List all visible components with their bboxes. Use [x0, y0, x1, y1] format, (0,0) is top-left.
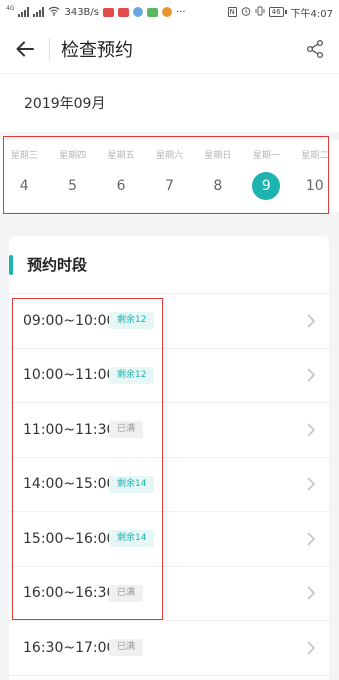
time-slot-time: 10:00~11:00 — [23, 367, 116, 384]
day-item[interactable]: 星期日 8 — [194, 140, 242, 212]
share-icon[interactable] — [303, 37, 327, 61]
day-number: 5 — [68, 178, 78, 194]
nfc-icon: N — [227, 7, 237, 17]
day-weekday-label: 星期六 — [155, 151, 183, 161]
network-type-label: 4G — [6, 4, 15, 12]
day-number: 8 — [213, 178, 223, 194]
card-title-accent — [9, 254, 13, 275]
status-bar: 4G 343B/s ··· N 46 下午4:07 — [0, 0, 339, 24]
header-divider — [49, 37, 50, 60]
time-slot-time: 14:00~15:00 — [23, 476, 116, 493]
availability-badge: 已满 — [109, 421, 144, 439]
chevron-right-icon — [305, 367, 317, 383]
chevron-right-icon — [305, 531, 317, 547]
chevron-right-icon — [305, 585, 317, 601]
status-bar-left: 4G 343B/s ··· — [6, 4, 186, 19]
time-slot-row[interactable]: 10:00~11:00 剩余12 — [9, 349, 329, 403]
message-icon — [133, 7, 143, 17]
date-selector: 星期三 4 星期四 5 星期五 6 星期六 7 星期日 8 星期一 9 星期二 10 — [0, 140, 339, 212]
time-slot-row[interactable]: 09:00~10:00 剩余12 — [9, 294, 329, 349]
availability-badge: 剩余14 — [109, 475, 155, 493]
battery-level: 46 — [268, 7, 284, 17]
app-notification-icon-2 — [118, 7, 129, 17]
time-slot-time: 16:00~16:30 — [23, 585, 116, 602]
signal-icon-2 — [33, 7, 45, 17]
day-number: 6 — [116, 178, 126, 194]
wifi-icon — [48, 6, 60, 19]
time-slot-time: 11:00~11:30 — [23, 421, 116, 438]
battery-icon: 46 — [268, 7, 287, 17]
time-slot-time: 15:00~16:00 — [23, 530, 116, 547]
time-slot-row[interactable]: 11:00~11:30 已满 — [9, 403, 329, 458]
availability-badge: 已满 — [109, 584, 144, 602]
availability-badge: 剩余12 — [109, 312, 155, 330]
availability-badge: 剩余14 — [109, 530, 155, 548]
alarm-icon — [241, 6, 251, 19]
day-weekday-label: 星期四 — [59, 151, 87, 161]
time-slot-time: 09:00~10:00 — [23, 312, 116, 329]
time-slot-row[interactable]: 16:00~16:30 已满 — [9, 567, 329, 621]
day-item[interactable]: 星期四 5 — [48, 140, 96, 212]
chevron-right-icon — [305, 422, 317, 438]
month-label: 2019年09月 — [24, 96, 106, 112]
status-bar-right: N 46 下午4:07 — [227, 5, 333, 20]
chevron-right-icon — [305, 476, 317, 492]
time-slot-time: 16:30~17:00 — [23, 639, 116, 656]
day-number-selected: 9 — [252, 172, 281, 200]
page-title: 检查预约 — [61, 39, 133, 61]
time-slot-row[interactable]: 15:00~16:00 剩余14 — [9, 512, 329, 567]
day-weekday-label: 星期二 — [301, 151, 329, 161]
app-icon — [162, 7, 172, 17]
availability-badge: 剩余12 — [109, 366, 155, 384]
month-label-bar: 2019年09月 — [0, 74, 339, 132]
availability-badge: 已满 — [109, 639, 144, 657]
day-item[interactable]: 星期三 4 — [0, 140, 48, 212]
day-item[interactable]: 星期二 10 — [291, 140, 339, 212]
vibrate-icon — [255, 6, 265, 19]
chevron-right-icon — [305, 640, 317, 656]
day-number: 7 — [165, 178, 174, 194]
card-header: 预约时段 — [9, 236, 329, 294]
day-weekday-label: 星期一 — [252, 151, 280, 161]
app-header: 检查预约 — [0, 24, 339, 74]
day-item[interactable]: 星期一 9 — [242, 140, 290, 212]
day-weekday-label: 星期五 — [107, 151, 135, 161]
time-slot-card: 预约时段 09:00~10:00 剩余12 10:00~11:00 剩余12 11:00… — [9, 236, 329, 680]
signal-icon — [18, 7, 30, 17]
card-title: 预约时段 — [27, 256, 88, 274]
wechat-icon — [147, 7, 158, 17]
more-notifications-icon: ··· — [176, 6, 186, 18]
app-notification-icon — [103, 7, 114, 17]
chevron-right-icon — [305, 313, 317, 329]
back-arrow-icon[interactable] — [14, 38, 36, 60]
day-item[interactable]: 星期五 6 — [97, 140, 145, 212]
time-slot-list: 09:00~10:00 剩余12 10:00~11:00 剩余12 11:00~11:3… — [9, 294, 329, 676]
day-number: 4 — [19, 178, 29, 194]
clock: 下午4:07 — [290, 8, 333, 20]
network-speed: 343B/s — [64, 6, 99, 18]
time-slot-row[interactable]: 16:30~17:00 已满 — [9, 621, 329, 676]
day-list: 星期三 4 星期四 5 星期五 6 星期六 7 星期日 8 星期一 9 星期二 10 — [0, 140, 339, 212]
day-weekday-label: 星期三 — [10, 151, 38, 161]
day-item[interactable]: 星期六 7 — [145, 140, 193, 212]
day-number: 10 — [305, 178, 324, 194]
time-slot-row[interactable]: 14:00~15:00 剩余14 — [9, 458, 329, 512]
day-weekday-label: 星期日 — [204, 151, 232, 161]
